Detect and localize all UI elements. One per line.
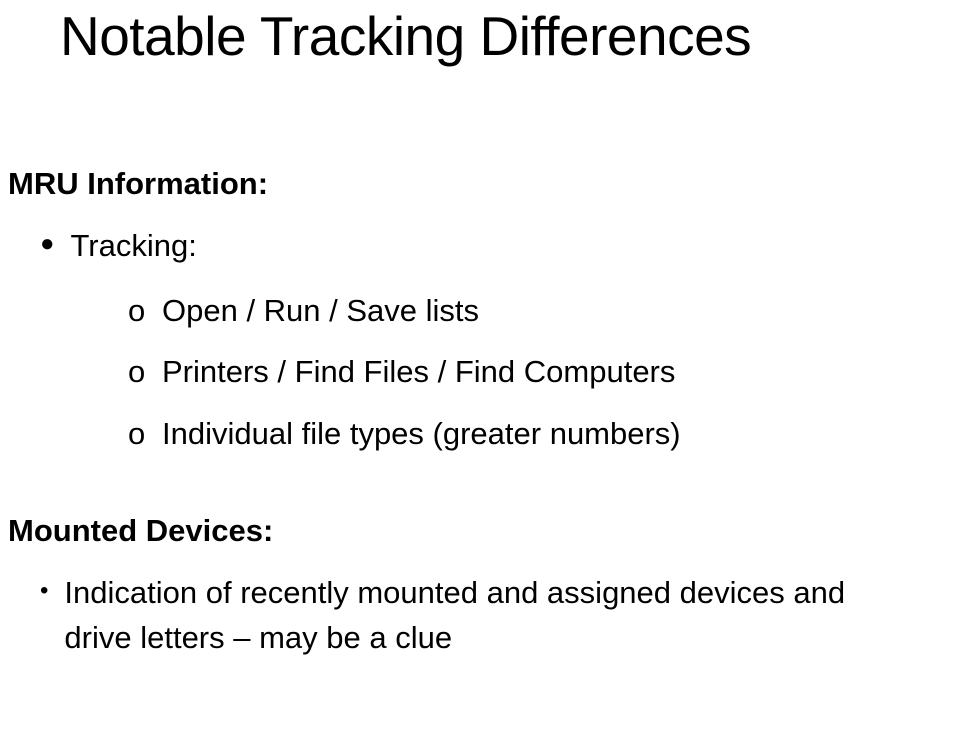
- sub-text: Printers / Find Files / Find Computers: [162, 350, 675, 393]
- bullet-dot-icon: ●: [40, 226, 55, 262]
- bullet-tracking: ● Tracking:: [40, 224, 960, 269]
- sub-marker: o: [128, 289, 152, 332]
- sub-list: o Open / Run / Save lists o Printers / F…: [0, 289, 960, 455]
- bullet-dot-icon: •: [40, 573, 48, 609]
- sub-marker: o: [128, 350, 152, 393]
- bullet-mounted-devices: • Indication of recently mounted and ass…: [40, 571, 960, 661]
- sub-marker: o: [128, 412, 152, 455]
- list-item: o Individual file types (greater numbers…: [128, 412, 960, 455]
- section-heading-mru: MRU Information:: [8, 166, 960, 202]
- sub-text: Individual file types (greater numbers): [162, 412, 681, 455]
- slide-title: Notable Tracking Differences: [60, 4, 960, 68]
- bullet-label: Indication of recently mounted and assig…: [64, 571, 894, 661]
- section-heading-devices: Mounted Devices:: [8, 513, 960, 549]
- list-item: o Printers / Find Files / Find Computers: [128, 350, 960, 393]
- slide-content: Notable Tracking Differences MRU Informa…: [0, 4, 960, 661]
- sub-text: Open / Run / Save lists: [162, 289, 479, 332]
- list-item: o Open / Run / Save lists: [128, 289, 960, 332]
- bullet-label: Tracking:: [71, 224, 197, 269]
